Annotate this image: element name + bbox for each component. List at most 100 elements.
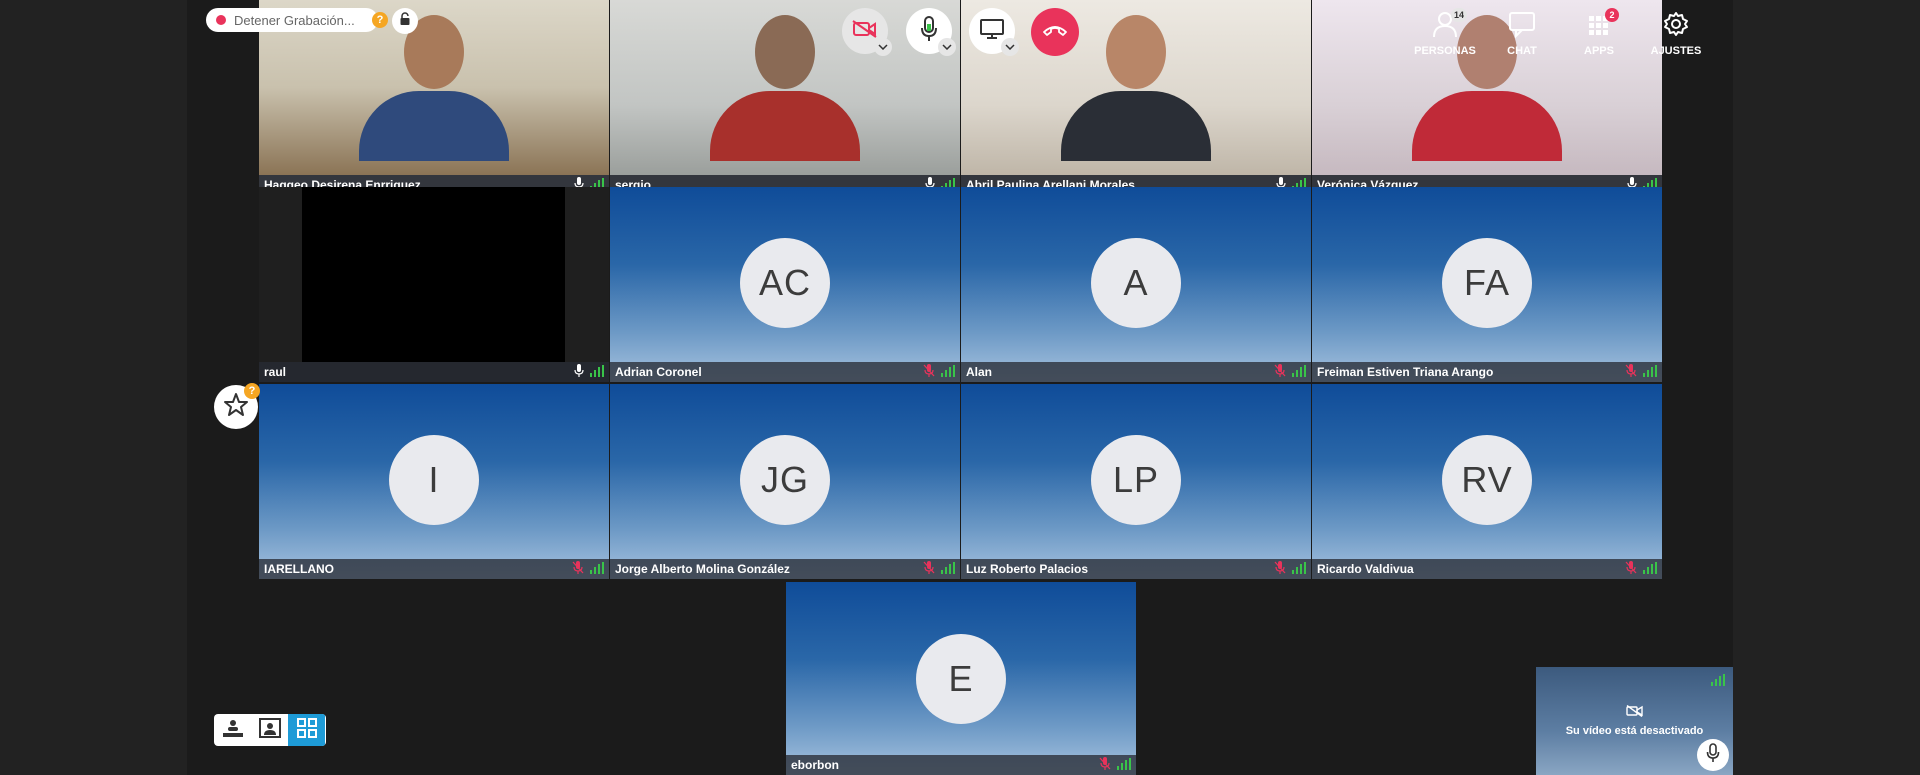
layout-grid-button[interactable] [288,714,325,746]
chevron-down-icon[interactable] [1001,38,1019,56]
participant-name: Jorge Alberto Molina González [615,562,790,576]
apps-label: APPS [1584,45,1614,57]
screen-share-icon [980,18,1004,44]
layout-speaker-button[interactable] [251,714,288,746]
settings-button[interactable]: AJUSTES [1641,10,1711,57]
participant-nameplate: Adrian Coronel [610,362,960,382]
microphone-toggle-button[interactable] [906,8,956,56]
layout-switcher [214,714,326,746]
participant-tile[interactable]: RV Ricardo Valdivua [1312,384,1662,579]
participant-video [1061,15,1211,161]
people-icon: 14 [1431,8,1467,43]
participant-tile[interactable]: A Alan [961,187,1311,382]
camera-toggle-button[interactable] [842,8,892,56]
participant-avatar: RV [1442,435,1532,525]
recording-dot-icon [216,15,226,25]
participant-tile[interactable]: LP Luz Roberto Palacios [961,384,1311,579]
apps-button[interactable]: 2 APPS [1564,8,1634,57]
microphone-muted-icon [923,364,935,380]
signal-icon [1117,757,1131,773]
microphone-icon [1706,742,1720,768]
participant-nameplate: Jorge Alberto Molina González [610,559,960,579]
speaker-layout-icon [258,717,281,743]
people-label: PERSONAS [1414,45,1476,57]
stop-recording-button[interactable]: Detener Grabación... [206,8,378,32]
chevron-down-icon[interactable] [874,38,892,56]
signal-icon [1292,561,1306,577]
signal-icon [1643,561,1657,577]
participant-tile[interactable]: E eborbon [786,582,1136,775]
participant-tile[interactable]: AC Adrian Coronel [610,187,960,382]
participant-name: Alan [966,365,993,379]
microphone-muted-icon [1625,364,1637,380]
microphone-muted-icon [1274,364,1286,380]
microphone-icon [920,15,938,47]
participant-name: Adrian Coronel [615,365,702,379]
layout-presenter-button[interactable] [214,714,251,746]
microphone-muted-icon [1625,561,1637,577]
participant-nameplate: IARELLANO [259,559,609,579]
hangup-button[interactable] [1031,8,1079,56]
grid-layout-icon [296,717,318,743]
signal-icon [1711,673,1725,691]
participant-nameplate: Alan [961,362,1311,382]
participant-video [710,15,860,161]
participant-name: IARELLANO [264,562,334,576]
chat-icon [1508,12,1536,42]
participant-name: Freiman Estiven Triana Arango [1317,365,1494,379]
screen-share-button[interactable] [969,8,1019,56]
camera-off-icon [852,19,878,43]
people-button[interactable]: 14 PERSONAS [1410,8,1480,57]
participant-avatar: I [389,435,479,525]
hangup-icon [1042,23,1068,41]
presenter-layout-icon [222,718,244,743]
lock-icon [399,11,411,31]
signal-icon [941,561,955,577]
participant-name: raul [264,365,287,379]
participant-avatar: A [1091,238,1181,328]
participant-name: eborbon [791,758,839,772]
settings-label: AJUSTES [1650,45,1702,57]
participant-nameplate: Freiman Estiven Triana Arango [1312,362,1662,382]
signal-icon [1292,364,1306,380]
chat-label: CHAT [1507,45,1537,57]
participant-tile[interactable]: raul [259,187,609,382]
participant-nameplate: Ricardo Valdivua [1312,559,1662,579]
participant-nameplate: eborbon [786,755,1136,775]
participant-avatar: AC [740,238,830,328]
participant-tile[interactable]: FA Freiman Estiven Triana Arango [1312,187,1662,382]
microphone-muted-icon [923,561,935,577]
signal-icon [941,364,955,380]
participant-name: Ricardo Valdivua [1317,562,1414,576]
microphone-icon [574,364,584,380]
self-view[interactable]: Su vídeo está desactivado [1536,667,1733,775]
microphone-muted-icon [572,561,584,577]
chevron-down-icon[interactable] [938,38,956,56]
microphone-muted-icon [1099,757,1111,773]
help-badge[interactable]: ? [372,12,388,28]
recording-label: Detener Grabación... [234,12,355,28]
participant-tile[interactable]: I IARELLANO [259,384,609,579]
participant-avatar: E [916,634,1006,724]
participant-avatar: JG [740,435,830,525]
signal-icon [590,561,604,577]
participant-avatar: FA [1442,238,1532,328]
participant-name: Luz Roberto Palacios [966,562,1089,576]
lock-meeting-button[interactable] [392,8,418,34]
self-microphone-button[interactable] [1697,739,1729,771]
chat-button[interactable]: CHAT [1487,10,1557,57]
gear-icon [1662,12,1690,42]
favorites-help-badge[interactable]: ? [244,383,260,399]
signal-icon [590,364,604,380]
signal-icon [1643,364,1657,380]
video-disabled-message: Su vídeo está desactivado [1565,725,1704,737]
video-feed [302,187,565,362]
participant-avatar: LP [1091,435,1181,525]
participant-tile[interactable]: JG Jorge Alberto Molina González [610,384,960,579]
participant-nameplate: raul [259,362,609,382]
participant-video [359,15,509,161]
camera-off-icon [1626,704,1644,722]
apps-icon: 2 [1585,8,1619,43]
participant-nameplate: Luz Roberto Palacios [961,559,1311,579]
people-count-badge: 14 [1450,8,1467,22]
